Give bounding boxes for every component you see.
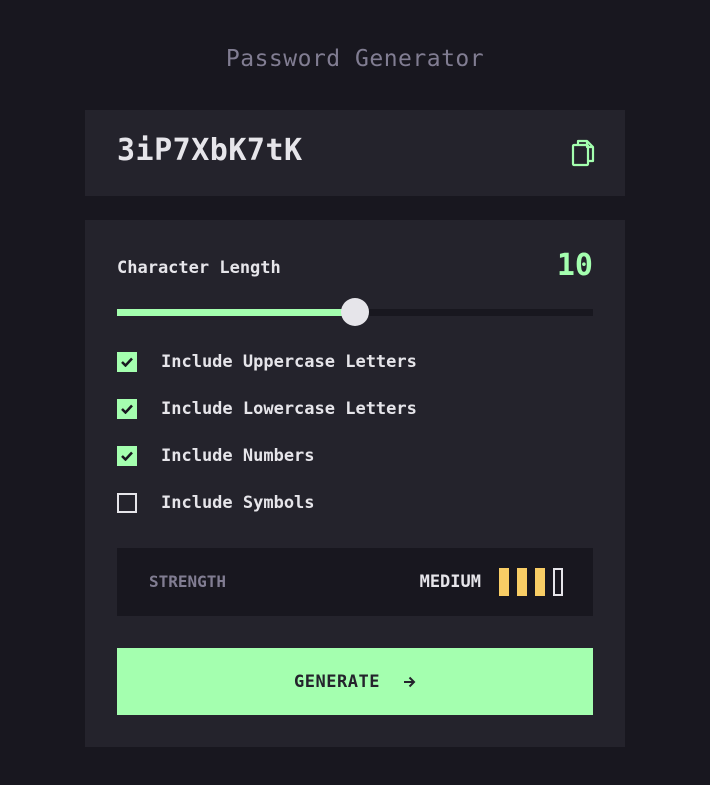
options-list: Include Uppercase Letters Include Lowerc… [117,351,417,539]
lowercase-label: Include Lowercase Letters [161,399,417,419]
page-title: Password Generator [225,46,485,72]
slider-thumb[interactable] [341,298,369,326]
length-slider[interactable] [117,298,593,326]
strength-label: STRENGTH [149,572,227,591]
strength-bar [553,568,563,596]
numbers-label: Include Numbers [161,446,315,466]
option-numbers[interactable]: Include Numbers [117,445,417,467]
check-icon [121,357,133,367]
option-uppercase[interactable]: Include Uppercase Letters [117,351,417,373]
copy-icon [571,139,595,167]
generate-label: GENERATE [294,671,380,692]
character-length-value: 10 [556,248,593,283]
check-icon [121,451,133,461]
symbols-label: Include Symbols [161,493,315,513]
symbols-checkbox[interactable] [117,493,137,513]
option-lowercase[interactable]: Include Lowercase Letters [117,398,417,420]
strength-bar [499,568,509,596]
uppercase-label: Include Uppercase Letters [161,352,417,372]
generate-button[interactable]: GENERATE [117,648,593,715]
generated-password: 3iP7XbK7tK [117,133,303,168]
slider-fill [117,309,355,316]
lowercase-checkbox[interactable] [117,399,137,419]
strength-value: MEDIUM [419,572,481,592]
strength-bar [517,568,527,596]
strength-bars [499,568,563,596]
copy-button[interactable] [571,139,595,167]
numbers-checkbox[interactable] [117,446,137,466]
check-icon [121,404,133,414]
password-output-card: 3iP7XbK7tK [85,110,625,196]
character-length-label: Character Length [117,258,281,278]
strength-bar [535,568,545,596]
strength-meter: STRENGTH MEDIUM [117,548,593,616]
option-symbols[interactable]: Include Symbols [117,492,417,514]
arrow-right-icon [403,676,416,688]
uppercase-checkbox[interactable] [117,352,137,372]
settings-card: Character Length 10 Include Uppercase Le… [85,220,625,747]
